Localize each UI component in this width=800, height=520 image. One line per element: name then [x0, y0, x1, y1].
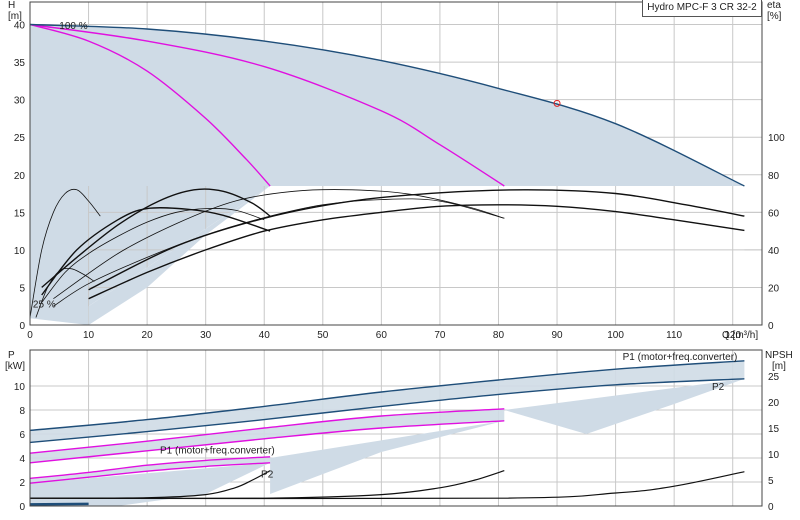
x-axis-label: Q [m³/h]	[722, 330, 758, 341]
y-axis-label: H	[8, 0, 15, 11]
x-tick-label: 10	[83, 330, 95, 341]
power-label-2: P2	[712, 382, 725, 393]
x-tick-label: 40	[259, 330, 271, 341]
annotation-2: 25 %	[33, 300, 56, 311]
power-npsh-panel: P1 (motor+freq.converter)P2P1 (motor+fre…	[5, 349, 793, 513]
p-tick-label: 6	[19, 430, 25, 441]
npsh-tick-label: 5	[768, 476, 774, 487]
npsh-axis-unit: [m]	[772, 361, 786, 372]
x-tick-label: 90	[551, 330, 563, 341]
y-tick-label: 10	[14, 246, 26, 257]
npsh-tick-label: 25	[768, 372, 780, 383]
pump-performance-chart: 100 %25 %05101520253035400 10 20 30 40 50 60 70…	[5, 0, 793, 513]
p-tick-label: 10	[14, 382, 26, 393]
x-tick-label: 70	[434, 330, 446, 341]
npsh-axis-label: NPSH	[765, 350, 793, 361]
x-tick-label: 110	[666, 330, 682, 341]
y-tick-label: 20	[14, 171, 26, 182]
npsh-tick-label: 20	[768, 398, 780, 409]
y-tick-label: 40	[14, 21, 26, 32]
y2-tick-label: 20	[768, 283, 780, 294]
x-tick-label: 0	[27, 330, 33, 341]
y2-tick-label: 80	[768, 171, 780, 182]
p-tick-label: 2	[19, 478, 25, 489]
p-axis-unit: [kW]	[5, 361, 25, 372]
x-tick-label: 20	[142, 330, 154, 341]
npsh-tick-label: 15	[768, 424, 780, 435]
y2-tick-label: 40	[768, 246, 780, 257]
power-label-4: P2	[261, 470, 274, 481]
p-tick-label: 0	[19, 502, 25, 513]
x-tick-label: 50	[317, 330, 329, 341]
y-tick-label: 5	[19, 283, 25, 294]
power-label-3: P1 (motor+freq.converter)	[160, 446, 275, 457]
npsh-curve-4	[29, 502, 89, 506]
p-tick-label: 4	[19, 454, 25, 465]
x-tick-label: 30	[200, 330, 212, 341]
y2-tick-label: 0	[768, 321, 774, 332]
y-axis-unit: [m]	[8, 11, 22, 22]
head-eta-panel: 100 % 25 % 0 5 10 15 20 25 30 35 40 0 10 20 30 40 50 60 70…	[8, 0, 785, 341]
annotation-1: 100 %	[59, 21, 87, 32]
y2-tick-label: 60	[768, 208, 780, 219]
npsh-tick-label: 0	[768, 502, 774, 513]
y-tick-label: 0	[19, 321, 25, 332]
p-tick-label: 8	[19, 406, 25, 417]
y-tick-label: 25	[14, 133, 26, 144]
y2-axis-unit: [%]	[767, 11, 782, 22]
npsh-tick-label: 10	[768, 450, 780, 461]
y-tick-label: 15	[14, 208, 26, 219]
y2-axis-label: eta	[767, 0, 781, 11]
power-label-1: P1 (motor+freq.converter)	[623, 352, 738, 363]
chart-title: Hydro MPC-F 3 CR 32-2	[642, 0, 762, 17]
y-tick-label: 35	[14, 58, 26, 69]
p-axis-label: P	[8, 350, 15, 361]
x-tick-label: 100	[607, 330, 624, 341]
x-tick-label: 80	[493, 330, 505, 341]
y-tick-label: 30	[14, 96, 26, 107]
y2-tick-label: 100	[768, 133, 785, 144]
x-tick-label: 60	[376, 330, 388, 341]
